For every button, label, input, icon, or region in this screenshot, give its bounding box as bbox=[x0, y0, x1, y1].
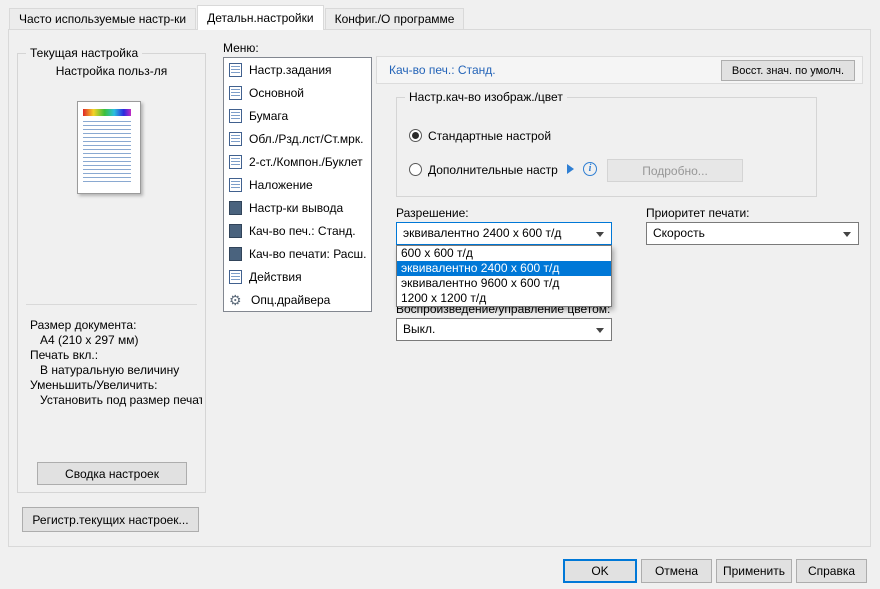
document-info: Размер документа: A4 (210 x 297 мм) Печа… bbox=[30, 318, 202, 408]
restore-defaults-button[interactable]: Восст. знач. по умолч. bbox=[721, 60, 855, 81]
info-line: В натуральную величину bbox=[40, 363, 180, 377]
ok-button[interactable]: OK bbox=[563, 559, 637, 583]
menu-item-quality-extended[interactable]: Кач-во печати: Расш. bbox=[224, 242, 371, 265]
duplex-layout-icon bbox=[229, 154, 242, 169]
menu-item-job-settings[interactable]: Настр.задания bbox=[224, 58, 371, 81]
menu-item-label: Обл./Рзд.лст/Ст.мрк. bbox=[249, 131, 364, 146]
overlay-icon bbox=[229, 177, 242, 192]
document-preview bbox=[77, 101, 141, 194]
details-button[interactable]: Подробно... bbox=[607, 159, 743, 182]
menu-item-label: Кач-во печ.: Станд. bbox=[249, 223, 356, 238]
menu-item-label: Основной bbox=[249, 85, 305, 100]
tab-strip: Часто используемые настр-ки Детальн.наст… bbox=[9, 5, 465, 30]
resolution-label: Разрешение: bbox=[396, 206, 469, 220]
menu-item-covers[interactable]: Обл./Рзд.лст/Ст.мрк. bbox=[224, 127, 371, 150]
menu-item-driver-options[interactable]: Опц.драйвера bbox=[224, 288, 371, 311]
info-line: Уменьшить/Увеличить: bbox=[30, 378, 158, 392]
covers-sheets-icon bbox=[229, 131, 242, 146]
menu-item-duplex-layout[interactable]: 2-ст./Компон./Буклет bbox=[224, 150, 371, 173]
profile-name-label: Настройка польз-ля bbox=[55, 64, 168, 78]
divider bbox=[26, 304, 197, 305]
menu-item-label: 2-ст./Компон./Буклет bbox=[249, 154, 363, 169]
tab-frequently-used-settings[interactable]: Часто используемые настр-ки bbox=[9, 8, 197, 30]
print-priority-label: Приоритет печати: bbox=[646, 206, 750, 220]
menu-item-label: Опц.драйвера bbox=[251, 292, 331, 307]
expander-arrow-icon[interactable] bbox=[567, 164, 574, 174]
tab-detailed-settings[interactable]: Детальн.настройки bbox=[197, 5, 324, 30]
info-line: Установить под размер печат bbox=[40, 393, 202, 407]
advanced-settings-radio-label: Дополнительные настр bbox=[428, 163, 558, 177]
menu-item-overlay[interactable]: Наложение bbox=[224, 173, 371, 196]
menu-label: Меню: bbox=[223, 41, 259, 55]
chevron-down-icon bbox=[596, 232, 604, 237]
standard-settings-radio-label: Стандартные настрой bbox=[428, 129, 552, 143]
resolution-option[interactable]: 600 x 600 т/д bbox=[397, 246, 611, 261]
cancel-button[interactable]: Отмена bbox=[641, 559, 712, 583]
resolution-combobox[interactable]: эквивалентно 2400 x 600 т/д bbox=[396, 222, 612, 245]
actions-icon bbox=[229, 269, 242, 284]
menu-item-label: Настр-ки вывода bbox=[249, 200, 344, 215]
menu-item-output-settings[interactable]: Настр-ки вывода bbox=[224, 196, 371, 219]
print-quality-extended-icon bbox=[229, 246, 242, 261]
menu-item-paper[interactable]: Бумага bbox=[224, 104, 371, 127]
basic-settings-icon bbox=[229, 85, 242, 100]
tab-config-about[interactable]: Конфиг./О программе bbox=[324, 8, 465, 30]
info-line: A4 (210 x 297 мм) bbox=[40, 333, 139, 347]
color-management-value: Выкл. bbox=[403, 322, 436, 336]
advanced-settings-radio[interactable] bbox=[409, 163, 422, 176]
resolution-option[interactable]: 1200 x 1200 т/д bbox=[397, 291, 611, 306]
chevron-down-icon bbox=[843, 232, 851, 237]
output-settings-icon bbox=[229, 200, 242, 215]
detailed-settings-page: Текущая настройка Настройка польз-ля Раз… bbox=[8, 29, 871, 547]
group-title: Настр.кач-во изображ./цвет bbox=[405, 90, 567, 104]
color-management-combobox[interactable]: Выкл. bbox=[396, 318, 612, 341]
job-settings-icon bbox=[229, 62, 242, 77]
panel-title: Кач-во печ.: Станд. bbox=[389, 63, 496, 77]
info-icon[interactable] bbox=[583, 162, 597, 176]
register-current-settings-button[interactable]: Регистр.текущих настроек... bbox=[22, 507, 199, 532]
help-button[interactable]: Справка bbox=[796, 559, 867, 583]
menu-item-label: Наложение bbox=[249, 177, 313, 192]
apply-button[interactable]: Применить bbox=[716, 559, 792, 583]
resolution-option[interactable]: эквивалентно 9600 x 600 т/д bbox=[397, 276, 611, 291]
preview-text-lines bbox=[83, 121, 131, 184]
print-priority-value: Скорость bbox=[653, 226, 705, 240]
group-title: Текущая настройка bbox=[26, 46, 143, 60]
resolution-value: эквивалентно 2400 x 600 т/д bbox=[403, 226, 562, 240]
chevron-down-icon bbox=[596, 328, 604, 333]
menu-item-quality-standard[interactable]: Кач-во печ.: Станд. bbox=[224, 219, 371, 242]
resolution-dropdown-list: 600 x 600 т/д эквивалентно 2400 x 600 т/… bbox=[396, 245, 612, 307]
info-line: Размер документа: bbox=[30, 318, 137, 332]
info-line: Печать вкл.: bbox=[30, 348, 99, 362]
menu-item-label: Кач-во печати: Расш. bbox=[249, 246, 367, 261]
menu-item-label: Действия bbox=[249, 269, 302, 284]
print-quality-standard-icon bbox=[229, 223, 242, 238]
print-priority-combobox[interactable]: Скорость bbox=[646, 222, 859, 245]
menu-item-label: Бумага bbox=[249, 108, 289, 123]
standard-settings-radio[interactable] bbox=[409, 129, 422, 142]
settings-summary-button[interactable]: Сводка настроек bbox=[37, 462, 187, 485]
current-settings-group: Текущая настройка Настройка польз-ля Раз… bbox=[17, 46, 206, 493]
driver-options-icon bbox=[229, 293, 244, 307]
menu-item-label: Настр.задания bbox=[249, 62, 332, 77]
panel-header: Кач-во печ.: Станд. Восст. знач. по умол… bbox=[376, 56, 863, 84]
settings-menu-list: Настр.задания Основной Бумага Обл./Рзд.л… bbox=[223, 57, 372, 312]
image-quality-group: Настр.кач-во изображ./цвет Стандартные н… bbox=[396, 90, 817, 197]
menu-item-actions[interactable]: Действия bbox=[224, 265, 371, 288]
paper-icon bbox=[229, 108, 242, 123]
printer-preferences-dialog: Текущая настройка Настройка польз-ля Раз… bbox=[0, 0, 880, 589]
preview-color-bar bbox=[83, 109, 131, 116]
menu-item-basic[interactable]: Основной bbox=[224, 81, 371, 104]
resolution-option-selected[interactable]: эквивалентно 2400 x 600 т/д bbox=[397, 261, 611, 276]
